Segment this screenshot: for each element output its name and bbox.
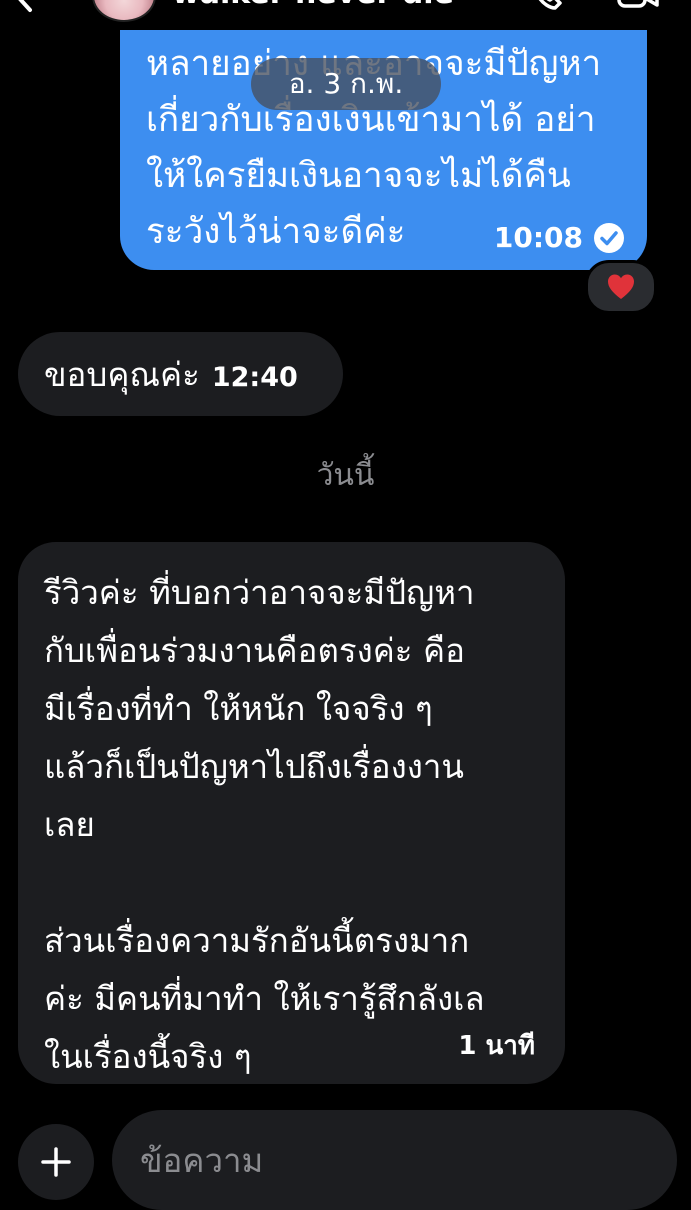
video-camera-icon — [617, 0, 659, 8]
message-reaction[interactable] — [585, 260, 657, 314]
chat-header: walker never die — [0, 0, 691, 22]
message-time: 1 นาที — [458, 1031, 535, 1061]
message-line: กับเพื่อนร่วมงานคือตรงค่ะ คือ — [44, 631, 465, 670]
message-time: 10:08 — [493, 221, 583, 254]
message-line: ส่วนเรื่องความรักอันนี้ตรงมาก — [44, 921, 470, 960]
date-label-pill: อ. 3 ก.พ. — [251, 58, 441, 110]
incoming-message-bubble[interactable]: รีวิวค่ะ ที่บอกว่าอาจจะมีปัญหา กับเพื่อน… — [18, 542, 565, 1084]
message-meta: 10:08 — [494, 221, 625, 254]
heart-icon — [608, 274, 634, 299]
plus-icon — [41, 1147, 71, 1177]
message-input[interactable] — [112, 1110, 677, 1210]
read-receipt-check-icon — [594, 222, 624, 253]
back-button[interactable] — [10, 0, 40, 14]
video-call-button[interactable] — [616, 0, 660, 12]
message-time: 12:40 — [211, 361, 298, 393]
message-line: ค่ะ มีคนที่มาทำ ให้เรารู้สึกลังเล — [44, 979, 485, 1018]
day-divider: วันนี้ — [316, 458, 375, 493]
message-line: มีเรื่องที่ทำ ให้หนัก ใจจริง ๆ — [44, 689, 433, 728]
avatar[interactable] — [92, 0, 156, 22]
message-line: ให้ใครยืมเงินอาจจะไม่ได้คืน — [146, 156, 571, 196]
phone-icon — [538, 0, 562, 10]
message-line: เลย — [44, 805, 95, 844]
paragraph-break — [44, 854, 545, 912]
call-button[interactable] — [530, 0, 566, 12]
add-attachment-button[interactable] — [18, 1124, 94, 1200]
message-text: ขอบคุณค่ะ — [44, 354, 200, 394]
message-line: รีวิวค่ะ ที่บอกว่าอาจจะมีปัญหา — [44, 573, 475, 612]
message-line: แล้วก็เป็นปัญหาไปถึงเรื่องงาน — [44, 747, 464, 786]
contact-name[interactable]: walker never die — [172, 0, 454, 11]
incoming-message-bubble[interactable]: ขอบคุณค่ะ 12:40 — [18, 332, 343, 416]
chevron-left-icon — [18, 0, 32, 12]
